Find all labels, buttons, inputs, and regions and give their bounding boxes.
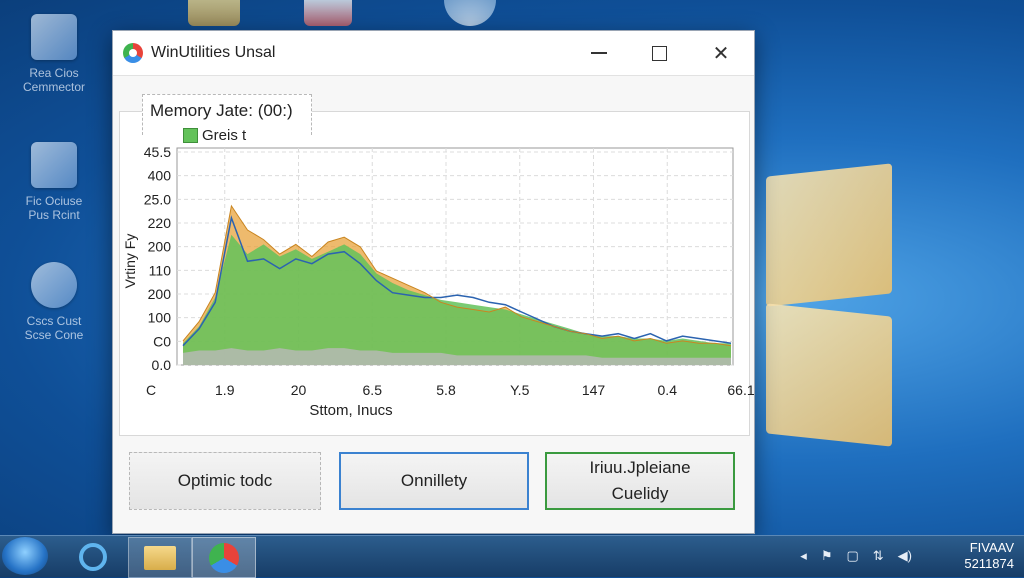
cuelidy-button-line1: Iriuu.Jpleiane xyxy=(589,458,691,477)
x-tick-label: Y.5 xyxy=(510,382,529,398)
wallpaper-windows-logo xyxy=(758,160,908,450)
desktop-icon-label: Rea Cios Cemmector xyxy=(22,66,85,94)
x-tick-label: 147 xyxy=(582,382,606,398)
desktop-icon-label: Fic Ociuse Pus Rcint xyxy=(25,194,83,222)
y-tick-label: 100 xyxy=(148,310,172,326)
folder-icon xyxy=(144,545,176,570)
browser-icon xyxy=(79,542,107,571)
desktop-icon-1[interactable]: Rea Cios Cemmector xyxy=(14,14,94,94)
y-tick-label: 220 xyxy=(148,215,172,231)
taskbar-browser[interactable] xyxy=(62,537,124,576)
system-tray: ◂ ⚑ ▢ ⇅ ◀) xyxy=(800,548,912,564)
chart-title: Memory Jate: (00:) xyxy=(150,101,293,120)
taskbar-winutilities[interactable] xyxy=(192,537,256,578)
onnillety-button[interactable]: Onnillety xyxy=(339,452,529,510)
chart-legend: Greis t xyxy=(183,127,246,144)
y-tick-label: 110 xyxy=(149,262,172,278)
volume-icon[interactable]: ◀) xyxy=(898,548,912,564)
y-tick-label: 200 xyxy=(148,286,172,302)
taskbar: ◂ ⚑ ▢ ⇅ ◀) FIVAAV 5211874 xyxy=(0,535,1024,578)
start-button[interactable] xyxy=(2,537,48,575)
arrow-up-icon[interactable]: ◂ xyxy=(800,548,807,564)
y-tick-label: 400 xyxy=(148,168,172,184)
optimize-button[interactable]: Optimic todc xyxy=(129,452,321,510)
clock-time: FIVAAV xyxy=(969,540,1014,555)
app-window: WinUtilities Unsal ✕ Memory Jate: (00:) … xyxy=(112,30,755,534)
desktop-icon-2[interactable]: Fic Ociuse Pus Rcint xyxy=(14,142,94,222)
taskbar-explorer[interactable] xyxy=(128,537,192,578)
x-tick-label: 1.9 xyxy=(215,382,235,398)
monitor-icon[interactable]: ▢ xyxy=(846,548,858,564)
taskbar-clock[interactable]: FIVAAV 5211874 xyxy=(964,540,1014,572)
app-icon xyxy=(209,542,239,573)
x-tick-label: 0.4 xyxy=(658,382,678,398)
y-tick-label: 25.0 xyxy=(144,191,171,207)
y-tick-label: 0.0 xyxy=(152,357,172,373)
logo-pane xyxy=(766,303,892,447)
legend-swatch xyxy=(183,128,198,143)
flag-icon[interactable]: ⚑ xyxy=(821,548,833,564)
x-axis-label: Sttom, Inucs xyxy=(309,402,392,419)
y-axis-label: Vrtiny Fy xyxy=(122,234,138,289)
desktop-file-icon[interactable] xyxy=(304,0,352,26)
optimize-button-label: Optimic todc xyxy=(177,471,273,490)
x-tick-label: 6.5 xyxy=(363,382,383,398)
network-tray-icon[interactable]: ⇅ xyxy=(873,548,884,564)
x-tick-label: C xyxy=(146,382,156,398)
onnillety-button-label: Onnillety xyxy=(400,471,468,490)
clock-date: 5211874 xyxy=(964,556,1014,571)
y-tick-label: C0 xyxy=(153,333,171,349)
y-tick-label: 45.5 xyxy=(144,144,171,160)
x-tick-label: 20 xyxy=(291,382,307,398)
cuelidy-button[interactable]: Iriuu.Jpleiane Cuelidy xyxy=(545,452,735,510)
y-tick-label: 200 xyxy=(148,239,172,255)
desktop-folder-icon[interactable] xyxy=(188,0,240,26)
cuelidy-button-line2: Cuelidy xyxy=(611,484,669,503)
legend-label: Greis t xyxy=(202,127,247,144)
desktop-globe-icon[interactable] xyxy=(444,0,496,26)
desktop-icon-3[interactable]: Cscs Cust Scse Cone xyxy=(14,262,94,342)
x-tick-label: 5.8 xyxy=(436,382,456,398)
network-icon xyxy=(31,142,77,188)
recycle-bin-icon xyxy=(31,14,77,60)
x-tick-label: 66.1 xyxy=(727,382,754,398)
desktop-icon-label: Cscs Cust Scse Cone xyxy=(24,314,84,342)
logo-pane xyxy=(766,163,892,307)
disk-icon xyxy=(31,262,77,308)
